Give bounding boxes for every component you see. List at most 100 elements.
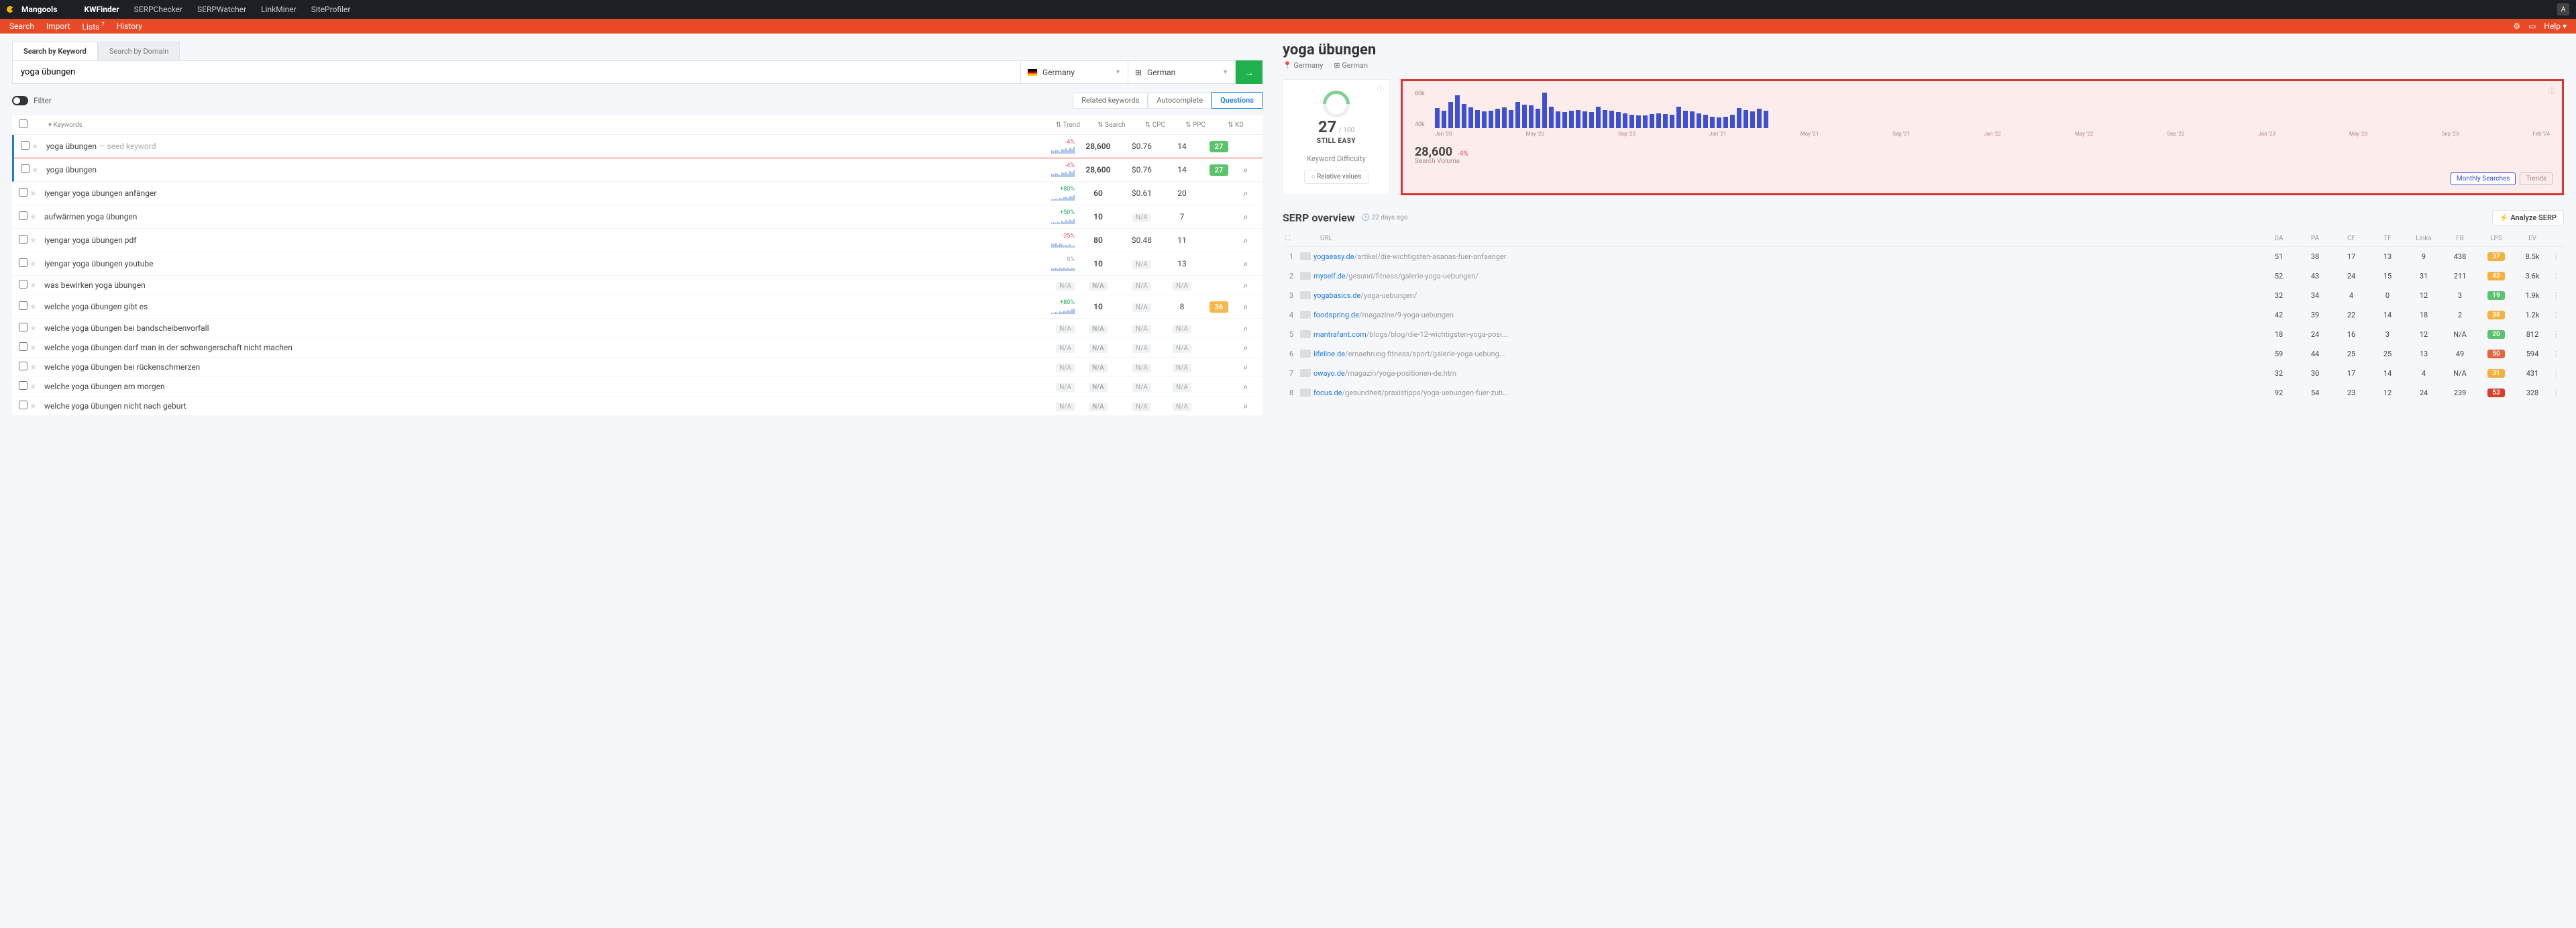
language-select[interactable]: ⊞German▼: [1128, 60, 1236, 84]
row-menu-icon[interactable]: ⋮: [2551, 369, 2561, 378]
keyword-row[interactable]: ★aufwärmen yoga übungen+50%10N/A7⌕: [12, 205, 1263, 229]
keyword-row[interactable]: ★yoga übungen — seed keyword-4%28,600$0.…: [12, 135, 1263, 158]
info-icon[interactable]: ⓘ: [1377, 84, 1384, 94]
location-select[interactable]: Germany▼: [1021, 60, 1128, 84]
star-icon[interactable]: ★: [30, 362, 40, 372]
star-icon[interactable]: ★: [30, 259, 40, 268]
nav-linkminer[interactable]: LinkMiner: [261, 5, 297, 14]
serp-row[interactable]: 6lifeline.de/ernaehrung-fitness/sport/ga…: [1283, 344, 2564, 364]
serp-row[interactable]: 1yogaeasy.de/artikel/die-wichtigsten-asa…: [1283, 247, 2564, 266]
row-checkbox[interactable]: [19, 258, 28, 267]
row-checkbox[interactable]: [19, 235, 28, 244]
row-checkbox[interactable]: [19, 188, 28, 197]
row-checkbox[interactable]: [19, 342, 28, 351]
keyword-row[interactable]: ★iyengar yoga übungen youtube0%10N/A13⌕: [12, 252, 1263, 276]
keyword-row[interactable]: ★welche yoga übungen nicht nach geburtN/…: [12, 397, 1263, 416]
row-checkbox[interactable]: [19, 280, 28, 289]
star-icon[interactable]: ★: [30, 212, 40, 221]
star-icon[interactable]: ★: [30, 280, 40, 290]
help-link[interactable]: Help ▾: [2544, 21, 2567, 31]
inspect-icon[interactable]: ⌕: [1244, 401, 1248, 411]
col-keywords[interactable]: ▾ Keywords: [30, 121, 1048, 129]
row-menu-icon[interactable]: ⋮: [2551, 311, 2561, 319]
analyze-serp-btn[interactable]: Analyze SERP: [2492, 210, 2564, 225]
col-kd[interactable]: ⇅ KD: [1216, 121, 1256, 129]
serp-row[interactable]: 2myself.de/gesund/fitness/galerie-yoga-u…: [1283, 266, 2564, 286]
serp-row[interactable]: 7owayo.de/magazin/yoga-positionen-de.htm…: [1283, 364, 2564, 383]
subnav-search[interactable]: Search: [9, 21, 34, 32]
row-menu-icon[interactable]: ⋮: [2551, 389, 2561, 397]
pill-questions[interactable]: Questions: [1212, 92, 1263, 109]
inspect-icon[interactable]: ⌕: [1244, 343, 1248, 352]
row-menu-icon[interactable]: ⋮: [2551, 252, 2561, 261]
keyword-row[interactable]: ★was bewirken yoga übungenN/AN/AN/AN/A⌕: [12, 276, 1263, 295]
serp-row[interactable]: 8focus.de/gesundheit/praxistipps/yoga-ue…: [1283, 383, 2564, 403]
row-checkbox[interactable]: [19, 323, 28, 331]
row-checkbox[interactable]: [19, 401, 28, 409]
star-icon[interactable]: ★: [30, 302, 40, 311]
nav-siteprofiler[interactable]: SiteProfiler: [311, 5, 351, 14]
inspect-icon[interactable]: ⌕: [1244, 236, 1248, 245]
nav-kwfinder[interactable]: KWFinder: [84, 5, 119, 14]
col-ppc[interactable]: ⇅ PPC: [1175, 121, 1216, 129]
row-checkbox[interactable]: [19, 211, 28, 220]
serp-row[interactable]: 4foodspring.de/magazine/9-yoga-uebungen4…: [1283, 305, 2564, 325]
inspect-icon[interactable]: ⌕: [1244, 165, 1248, 174]
keyword-row[interactable]: ★welche yoga übungen bei rückenschmerzen…: [12, 358, 1263, 377]
col-trend[interactable]: ⇅ Trend: [1048, 121, 1088, 129]
pill-related[interactable]: Related keywords: [1073, 92, 1148, 109]
inspect-icon[interactable]: ⌕: [1244, 382, 1248, 391]
subnav-import[interactable]: Import: [46, 21, 70, 32]
star-icon[interactable]: ★: [30, 401, 40, 411]
row-checkbox[interactable]: [21, 141, 30, 150]
star-icon[interactable]: ★: [30, 323, 40, 333]
inspect-icon[interactable]: ⌕: [1244, 212, 1248, 221]
row-checkbox[interactable]: [19, 381, 28, 390]
pill-autocomplete[interactable]: Autocomplete: [1148, 92, 1212, 109]
row-checkbox[interactable]: [19, 301, 28, 310]
subnav-history[interactable]: History: [117, 21, 142, 32]
col-cpc[interactable]: ⇅ CPC: [1135, 121, 1175, 129]
star-icon[interactable]: ★: [32, 165, 42, 174]
filter-toggle[interactable]: [12, 96, 28, 105]
btn-trends[interactable]: Trends: [2520, 172, 2553, 185]
star-icon[interactable]: ★: [30, 382, 40, 391]
keyword-row[interactable]: ★yoga übungen-4%28,600$0.761427⌕: [12, 158, 1263, 182]
settings-icon[interactable]: ⚙: [2513, 21, 2520, 31]
star-icon[interactable]: ★: [30, 343, 40, 352]
serp-row[interactable]: 5mantrafant.com/blogs/blog/die-12-wichti…: [1283, 325, 2564, 344]
serp-url[interactable]: yogaeasy.de/artikel/die-wichtigsten-asan…: [1313, 252, 2261, 261]
btn-monthly-searches[interactable]: Monthly Searches: [2451, 172, 2516, 185]
keyword-row[interactable]: ★iyengar yoga übungen pdf-25%80$0.4811⌕: [12, 229, 1263, 252]
relative-values-btn[interactable]: Relative values: [1304, 170, 1369, 184]
keyword-row[interactable]: ★welche yoga übungen gibt es+80%10N/A836…: [12, 295, 1263, 319]
inspect-icon[interactable]: ⌕: [1244, 302, 1248, 311]
inspect-icon[interactable]: ⌕: [1244, 280, 1248, 290]
row-checkbox[interactable]: [21, 164, 30, 173]
row-menu-icon[interactable]: ⋮: [2551, 330, 2561, 339]
keyword-row[interactable]: ★welche yoga übungen am morgenN/AN/AN/AN…: [12, 377, 1263, 397]
user-avatar[interactable]: A: [2557, 3, 2569, 15]
tab-search-domain[interactable]: Search by Domain: [98, 42, 180, 61]
nav-serpwatcher[interactable]: SERPWatcher: [197, 5, 246, 14]
search-submit[interactable]: →: [1236, 60, 1263, 84]
keyword-row[interactable]: ★welche yoga übungen darf man in der sch…: [12, 338, 1263, 358]
serp-url[interactable]: focus.de/gesundheit/praxistipps/yoga-ueb…: [1313, 389, 2261, 397]
row-menu-icon[interactable]: ⋮: [2551, 291, 2561, 300]
nav-serpchecker[interactable]: SERPChecker: [134, 5, 182, 14]
row-checkbox[interactable]: [19, 362, 28, 370]
keyword-row[interactable]: ★iyengar yoga übungen anfänger+80%60$0.6…: [12, 182, 1263, 205]
inspect-icon[interactable]: ⌕: [1244, 189, 1248, 198]
star-icon[interactable]: ★: [30, 189, 40, 198]
expand-icon[interactable]: ⛶: [1285, 235, 1297, 242]
inspect-icon[interactable]: ⌕: [1244, 362, 1248, 372]
keyword-row[interactable]: ★welche yoga übungen bei bandscheibenvor…: [12, 319, 1263, 338]
info-icon[interactable]: ⓘ: [2548, 85, 2555, 95]
serp-url[interactable]: owayo.de/magazin/yoga-positionen-de.htm: [1313, 369, 2261, 378]
row-menu-icon[interactable]: ⋮: [2551, 350, 2561, 358]
serp-row[interactable]: 3yogabasics.de/yoga-uebungen/32344012319…: [1283, 286, 2564, 305]
inspect-icon[interactable]: ⌕: [1244, 323, 1248, 333]
serp-url[interactable]: lifeline.de/ernaehrung-fitness/sport/gal…: [1313, 350, 2261, 358]
star-icon[interactable]: ★: [32, 142, 42, 151]
row-menu-icon[interactable]: ⋮: [2551, 272, 2561, 280]
